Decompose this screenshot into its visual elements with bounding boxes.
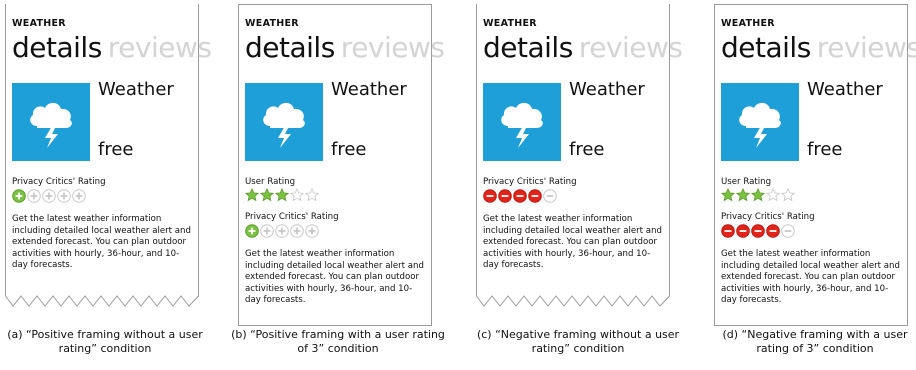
pivot-tabs: details reviews (483, 31, 683, 65)
plus-circle-empty-icon (260, 224, 274, 238)
pivot-tabs: details reviews (245, 31, 445, 65)
user-rating (245, 188, 425, 202)
privacy-rating-label: Privacy Critics' Rating (721, 212, 815, 222)
caption-d: (d) “Negative framing with a user rating… (722, 328, 908, 355)
cloud-lightning-icon (245, 83, 323, 161)
user-rating-label: User Rating (245, 177, 296, 187)
plus-circle-empty-icon (42, 189, 56, 203)
app-price: free (331, 139, 367, 160)
app-name: Weather (98, 79, 174, 100)
app-description: Get the latest weather information inclu… (721, 249, 900, 305)
tab-details[interactable]: details (721, 31, 811, 64)
app-card-b: WEATHER details reviews Weather free User… (238, 4, 445, 326)
app-price: free (98, 139, 134, 160)
privacy-rating (483, 189, 663, 203)
privacy-rating (12, 189, 192, 203)
privacy-rating (721, 224, 901, 238)
caption-c: (c) “Negative framing without a user rat… (476, 328, 680, 355)
cloud-lightning-icon (483, 83, 561, 161)
plus-circle-empty-icon (72, 189, 86, 203)
minus-circle-filled-icon (483, 189, 497, 203)
privacy-rating-label: Privacy Critics' Rating (245, 212, 339, 222)
app-summary: Weather free (245, 79, 425, 163)
minus-circle-empty-icon (781, 224, 795, 238)
plus-circle-empty-icon (57, 189, 71, 203)
tab-details[interactable]: details (12, 31, 102, 64)
tab-reviews[interactable]: reviews (579, 31, 683, 64)
star-empty-icon (305, 188, 319, 202)
minus-circle-filled-icon (736, 224, 750, 238)
app-summary: Weather free (721, 79, 901, 163)
plus-circle-empty-icon (290, 224, 304, 238)
plus-circle-filled-icon (12, 189, 26, 203)
app-name: Weather (569, 79, 645, 100)
minus-circle-filled-icon (513, 189, 527, 203)
plus-circle-empty-icon (305, 224, 319, 238)
star-empty-icon (290, 188, 304, 202)
minus-circle-empty-icon (543, 189, 557, 203)
caption-a: (a) “Positive framing without a user rat… (7, 328, 203, 355)
minus-circle-filled-icon (766, 224, 780, 238)
privacy-rating (245, 224, 425, 238)
minus-circle-filled-icon (721, 224, 735, 238)
app-description: Get the latest weather information inclu… (12, 214, 191, 270)
tab-reviews[interactable]: reviews (341, 31, 445, 64)
app-price: free (569, 139, 605, 160)
pivot-tabs: details reviews (12, 31, 212, 65)
tab-reviews[interactable]: reviews (817, 31, 916, 64)
app-price: free (807, 139, 843, 160)
app-name: Weather (331, 79, 407, 100)
user-rating-label: User Rating (721, 177, 772, 187)
tab-reviews[interactable]: reviews (108, 31, 212, 64)
app-description: Get the latest weather information inclu… (245, 249, 424, 305)
app-name: Weather (807, 79, 883, 100)
privacy-rating-label: Privacy Critics' Rating (12, 177, 106, 187)
app-summary: Weather free (483, 79, 663, 163)
app-description: Get the latest weather information inclu… (483, 214, 662, 270)
app-category-header: WEATHER (12, 18, 66, 29)
star-filled-icon (736, 188, 750, 202)
plus-circle-empty-icon (27, 189, 41, 203)
pivot-tabs: details reviews (721, 31, 916, 65)
tab-details[interactable]: details (483, 31, 573, 64)
minus-circle-filled-icon (528, 189, 542, 203)
app-category-header: WEATHER (721, 18, 775, 29)
star-filled-icon (275, 188, 289, 202)
tab-details[interactable]: details (245, 31, 335, 64)
app-card-a: WEATHER details reviews Weather free Priv… (5, 4, 212, 307)
app-category-header: WEATHER (483, 18, 537, 29)
app-card-c: WEATHER details reviews Weather free Priv… (476, 4, 683, 307)
app-category-header: WEATHER (245, 18, 299, 29)
app-summary: Weather free (12, 79, 192, 163)
star-filled-icon (751, 188, 765, 202)
cloud-lightning-icon (12, 83, 90, 161)
minus-circle-filled-icon (751, 224, 765, 238)
minus-circle-filled-icon (498, 189, 512, 203)
star-empty-icon (766, 188, 780, 202)
cloud-lightning-icon (721, 83, 799, 161)
star-filled-icon (245, 188, 259, 202)
star-empty-icon (781, 188, 795, 202)
plus-circle-filled-icon (245, 224, 259, 238)
app-card-d: WEATHER details reviews Weather free User… (714, 4, 916, 326)
privacy-rating-label: Privacy Critics' Rating (483, 177, 577, 187)
user-rating (721, 188, 901, 202)
star-filled-icon (260, 188, 274, 202)
caption-b: (b) “Positive framing with a user rating… (231, 328, 445, 355)
star-filled-icon (721, 188, 735, 202)
plus-circle-empty-icon (275, 224, 289, 238)
